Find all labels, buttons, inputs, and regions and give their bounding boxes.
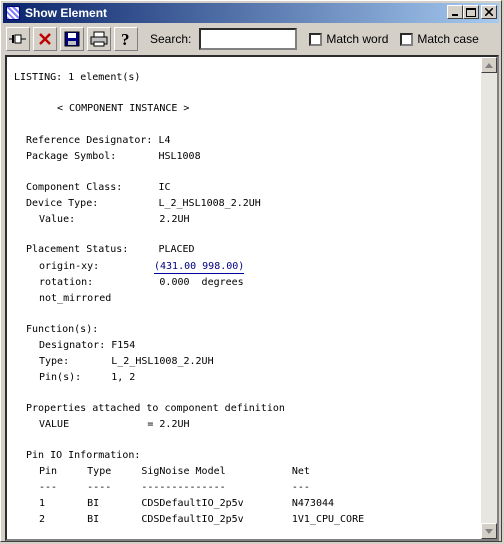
window-controls <box>447 5 497 19</box>
app-icon <box>6 6 20 20</box>
arrow-down-icon <box>485 528 493 534</box>
question-mark-icon: ? <box>121 30 130 48</box>
search-label: Search: <box>150 32 192 46</box>
match-word-checkbox[interactable] <box>309 32 323 46</box>
listing-line: Value: 2.2UH <box>39 214 190 225</box>
help-button[interactable]: ? <box>114 27 138 51</box>
match-word-label[interactable]: Match word <box>326 32 388 46</box>
svg-text:?: ? <box>121 30 130 48</box>
match-case-label[interactable]: Match case <box>417 32 478 46</box>
arrow-up-icon <box>485 62 493 68</box>
listing-line: Placement Status: PLACED <box>26 244 195 255</box>
minimize-button[interactable] <box>447 5 463 19</box>
listing-pane: LISTING: 1 element(s) < COMPONENT INSTAN… <box>5 55 499 541</box>
listing-line: Package Symbol: HSL1008 <box>26 151 201 162</box>
match-case-checkbox[interactable] <box>400 32 414 46</box>
listing-line: Pin IO Information: <box>26 450 141 461</box>
listing-line: not_mirrored <box>39 293 112 304</box>
listing-text[interactable]: LISTING: 1 element(s) < COMPONENT INSTAN… <box>7 57 485 539</box>
red-x-icon <box>39 33 51 45</box>
listing-line: rotation: 0.000 degrees <box>39 277 244 288</box>
close-button[interactable] <box>481 5 497 19</box>
origin-xy-link[interactable]: (431.00 998.00) <box>154 260 245 274</box>
title-bar[interactable]: Show Element <box>3 3 499 23</box>
delete-button[interactable] <box>33 27 57 51</box>
listing-line: VALUE = 2.2UH <box>39 419 190 430</box>
component-instance-heading: < COMPONENT INSTANCE > <box>57 103 190 114</box>
listing-line: Pin(s): 1, 2 <box>39 372 136 383</box>
minimize-icon <box>452 14 458 16</box>
listing-line: Function(s): <box>26 324 99 335</box>
scroll-up-button[interactable] <box>481 57 497 73</box>
listing-line: Device Type: L_2_HSL1008_2.2UH <box>26 198 261 209</box>
listing-header: LISTING: 1 element(s) <box>14 72 141 83</box>
save-button[interactable] <box>60 27 84 51</box>
pin-table-row: 2 BI CDSDefaultIO_2p5v 1V1_CPU_CORE <box>39 514 365 525</box>
scroll-down-button[interactable] <box>481 523 497 539</box>
printer-icon <box>90 31 108 47</box>
show-element-window: Show Element ? Search: Match word Match … <box>0 0 502 542</box>
origin-xy-label: origin-xy: <box>39 261 100 272</box>
listing-line: Properties attached to component definit… <box>26 403 285 414</box>
listing-line: Reference Designator: L4 <box>26 135 171 146</box>
floppy-disk-icon <box>64 31 80 47</box>
pin-table-header: Pin Type SigNoise Model Net <box>39 466 310 477</box>
pin-table-row: 1 BI CDSDefaultIO_2p5v N473044 <box>39 498 335 509</box>
search-input[interactable] <box>199 28 298 50</box>
pushpin-icon <box>9 34 26 44</box>
close-icon <box>485 8 493 16</box>
toolbar: ? Search: Match word Match case <box>3 25 499 53</box>
listing-line: Component Class: IC <box>26 182 171 193</box>
window-title: Show Element <box>25 6 108 20</box>
pin-button[interactable] <box>6 27 30 51</box>
maximize-icon <box>466 7 476 17</box>
pin-table-divider: --- ---- -------------- --- <box>39 482 310 493</box>
maximize-button[interactable] <box>463 5 479 19</box>
listing-line: Designator: F154 <box>39 340 136 351</box>
print-button[interactable] <box>87 27 111 51</box>
vertical-scrollbar[interactable] <box>481 57 497 539</box>
listing-line: Type: L_2_HSL1008_2.2UH <box>39 356 214 367</box>
